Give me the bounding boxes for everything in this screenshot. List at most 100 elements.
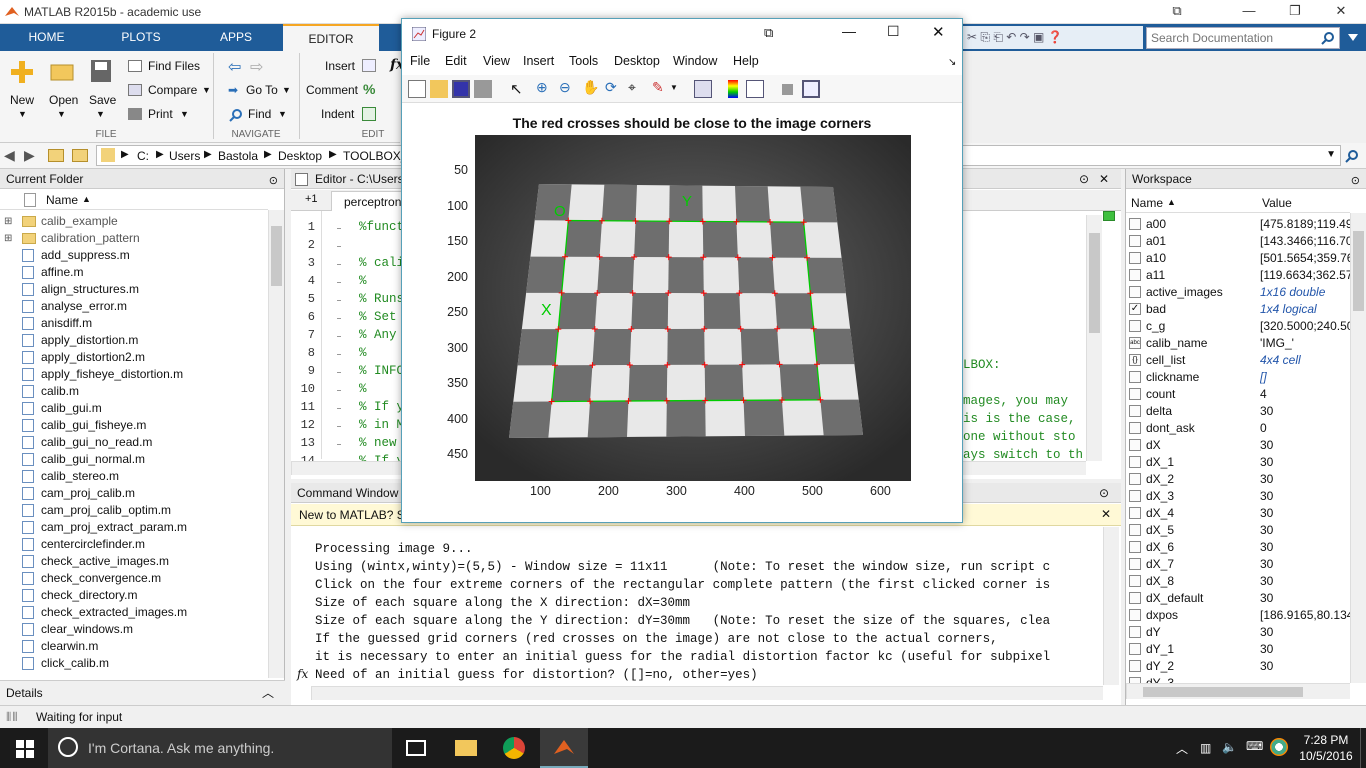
figure-window[interactable]: Figure 2 ⧉ — ☐ ✕ File Edit View Insert Tools… bbox=[401, 18, 963, 523]
compare-button[interactable]: Compare bbox=[148, 83, 197, 97]
minimize-button[interactable]: — bbox=[1226, 0, 1272, 24]
crumb-3[interactable]: Desktop bbox=[278, 149, 322, 163]
keyboard-icon[interactable]: ⌨ bbox=[1246, 739, 1263, 753]
path-dropdown-icon[interactable]: ▼ bbox=[1326, 149, 1336, 160]
indent-icon[interactable] bbox=[362, 107, 376, 121]
find-button[interactable]: Find bbox=[248, 107, 271, 121]
file-item[interactable]: analyse_error.m bbox=[0, 298, 268, 315]
hide-plot-tools-icon[interactable] bbox=[782, 84, 793, 95]
open-file-icon[interactable] bbox=[430, 80, 448, 98]
print-button[interactable]: Print bbox=[148, 107, 173, 121]
legend-icon[interactable] bbox=[746, 80, 764, 98]
workspace-variable[interactable]: dX_4 30 bbox=[1126, 505, 1350, 522]
workspace-variable[interactable]: dX_default 30 bbox=[1126, 590, 1350, 607]
folder-item[interactable]: ⊞ calibration_pattern bbox=[0, 230, 268, 247]
image-axes[interactable]: O X Y bbox=[475, 135, 911, 481]
back-arrow-icon[interactable]: ⇦ bbox=[228, 57, 241, 77]
figure-menu-insert[interactable]: Insert bbox=[523, 54, 554, 68]
print-icon[interactable] bbox=[128, 108, 142, 120]
ws-value-header[interactable]: Value bbox=[1262, 196, 1292, 210]
ws-vscroll[interactable] bbox=[1350, 213, 1366, 683]
file-item[interactable]: cam_proj_calib_optim.m bbox=[0, 502, 268, 519]
search-icon[interactable] bbox=[1321, 31, 1335, 45]
file-item[interactable]: apply_distortion.m bbox=[0, 332, 268, 349]
file-item[interactable]: check_active_images.m bbox=[0, 553, 268, 570]
code-analyzer-icon[interactable] bbox=[1103, 211, 1115, 221]
file-item[interactable]: calib_gui.m bbox=[0, 400, 268, 417]
show-desktop-button[interactable] bbox=[1360, 728, 1366, 768]
zoom-in-icon[interactable]: ⊕ bbox=[536, 79, 548, 96]
workspace-col-header[interactable]: Name ▲ Value bbox=[1126, 193, 1350, 213]
figure-menu-file[interactable]: File bbox=[410, 54, 430, 68]
breakpoint-gutter[interactable] bbox=[337, 444, 341, 445]
crumb-2[interactable]: Bastola bbox=[218, 149, 258, 163]
file-item[interactable]: align_structures.m bbox=[0, 281, 268, 298]
windows-start-icon[interactable] bbox=[16, 740, 34, 758]
open-button[interactable]: Open bbox=[49, 93, 78, 107]
figure-menu-window[interactable]: Window bbox=[673, 54, 717, 68]
workspace-variable[interactable]: a00 [475.8189;119.499 bbox=[1126, 216, 1350, 233]
breakpoint-gutter[interactable] bbox=[337, 318, 341, 319]
colorbar-icon[interactable] bbox=[728, 80, 738, 98]
new-dropdown-icon[interactable]: ▼ bbox=[18, 109, 27, 119]
open-dropdown-icon[interactable]: ▼ bbox=[57, 109, 66, 119]
brush-dropdown-icon[interactable]: ▼ bbox=[670, 83, 678, 92]
code-line[interactable]: % bbox=[359, 382, 367, 396]
goto-button[interactable]: Go To bbox=[246, 83, 278, 97]
editor-vscroll[interactable] bbox=[1086, 215, 1102, 461]
file-item[interactable]: calib_gui_no_read.m bbox=[0, 434, 268, 451]
file-item[interactable]: calib_gui_fisheye.m bbox=[0, 417, 268, 434]
breakpoint-gutter[interactable] bbox=[337, 354, 341, 355]
clock-time[interactable]: 7:28 PM bbox=[1302, 733, 1350, 747]
find-dropdown-icon[interactable]: ▼ bbox=[278, 109, 287, 119]
column-header[interactable]: Name ▲ bbox=[0, 190, 268, 210]
workspace-variable[interactable]: dxpos [186.9165,80.1342 bbox=[1126, 607, 1350, 624]
new-button[interactable]: New bbox=[10, 93, 34, 107]
workspace-variable[interactable]: dY_2 30 bbox=[1126, 658, 1350, 675]
file-item[interactable]: clearwin.m bbox=[0, 638, 268, 655]
tab-editor[interactable]: EDITOR bbox=[283, 24, 379, 51]
comment-button[interactable]: Comment bbox=[306, 83, 358, 97]
details-expand-icon[interactable]: ︿ bbox=[262, 684, 274, 701]
quick-access-icons[interactable]: ✂ ⎘ ⎗ ↶ ↷ ▣ ❓ bbox=[967, 30, 1063, 45]
details-bar[interactable]: Details ︿ bbox=[0, 680, 285, 705]
file-item[interactable]: calib_stereo.m bbox=[0, 468, 268, 485]
browse-folder-icon[interactable] bbox=[72, 149, 88, 162]
file-item[interactable]: click_calib.m bbox=[0, 655, 268, 672]
code-line[interactable]: % Set bbox=[359, 310, 397, 324]
file-item[interactable]: cam_proj_calib.m bbox=[0, 485, 268, 502]
cmd-vscroll[interactable] bbox=[1103, 527, 1119, 685]
cmd-hscroll[interactable] bbox=[311, 686, 1103, 700]
workspace-variable[interactable]: count 4 bbox=[1126, 386, 1350, 403]
chrome-icon[interactable] bbox=[503, 737, 525, 759]
find-files-button[interactable]: Find Files bbox=[148, 59, 200, 73]
new-figure-icon[interactable] bbox=[408, 80, 426, 98]
restore-button[interactable]: ❐ bbox=[1272, 0, 1318, 24]
workspace-variable[interactable]: dX_2 30 bbox=[1126, 471, 1350, 488]
file-item[interactable]: calib_gui_normal.m bbox=[0, 451, 268, 468]
workspace-variable[interactable]: dX_3 30 bbox=[1126, 488, 1350, 505]
back-icon[interactable]: ◀ bbox=[4, 147, 15, 164]
code-line[interactable]: % in M bbox=[359, 418, 404, 432]
code-line[interactable]: % new bbox=[359, 436, 397, 450]
workspace-variable[interactable]: delta 30 bbox=[1126, 403, 1350, 420]
breakpoint-gutter[interactable] bbox=[337, 336, 341, 337]
editor-close-icon[interactable]: ✕ bbox=[1099, 169, 1109, 189]
search-input[interactable] bbox=[1147, 28, 1317, 48]
cortana-text[interactable]: I'm Cortana. Ask me anything. bbox=[88, 740, 274, 756]
workspace-variable[interactable]: dont_ask 0 bbox=[1126, 420, 1350, 437]
task-view-icon[interactable] bbox=[406, 740, 426, 756]
scroll-thumb[interactable] bbox=[1353, 231, 1364, 311]
insert-button[interactable]: Insert bbox=[325, 59, 355, 73]
ribbon-toggle-icon[interactable]: ⧉ bbox=[1154, 0, 1200, 24]
figure-title-bar[interactable]: Figure 2 ⧉ — ☐ ✕ bbox=[402, 19, 962, 49]
breakpoint-gutter[interactable] bbox=[337, 300, 341, 301]
network-icon[interactable]: ▥ bbox=[1200, 741, 1211, 755]
save-button[interactable]: Save bbox=[89, 93, 116, 107]
new-icon[interactable] bbox=[9, 59, 35, 85]
print-dropdown-icon[interactable]: ▼ bbox=[180, 109, 189, 119]
workspace-variable[interactable]: c_g [320.5000;240.500 bbox=[1126, 318, 1350, 335]
workspace-variable[interactable]: dX_8 30 bbox=[1126, 573, 1350, 590]
ribbon-expand-icon[interactable] bbox=[1346, 32, 1360, 44]
editor-tab-plus[interactable]: +1 bbox=[305, 193, 318, 205]
